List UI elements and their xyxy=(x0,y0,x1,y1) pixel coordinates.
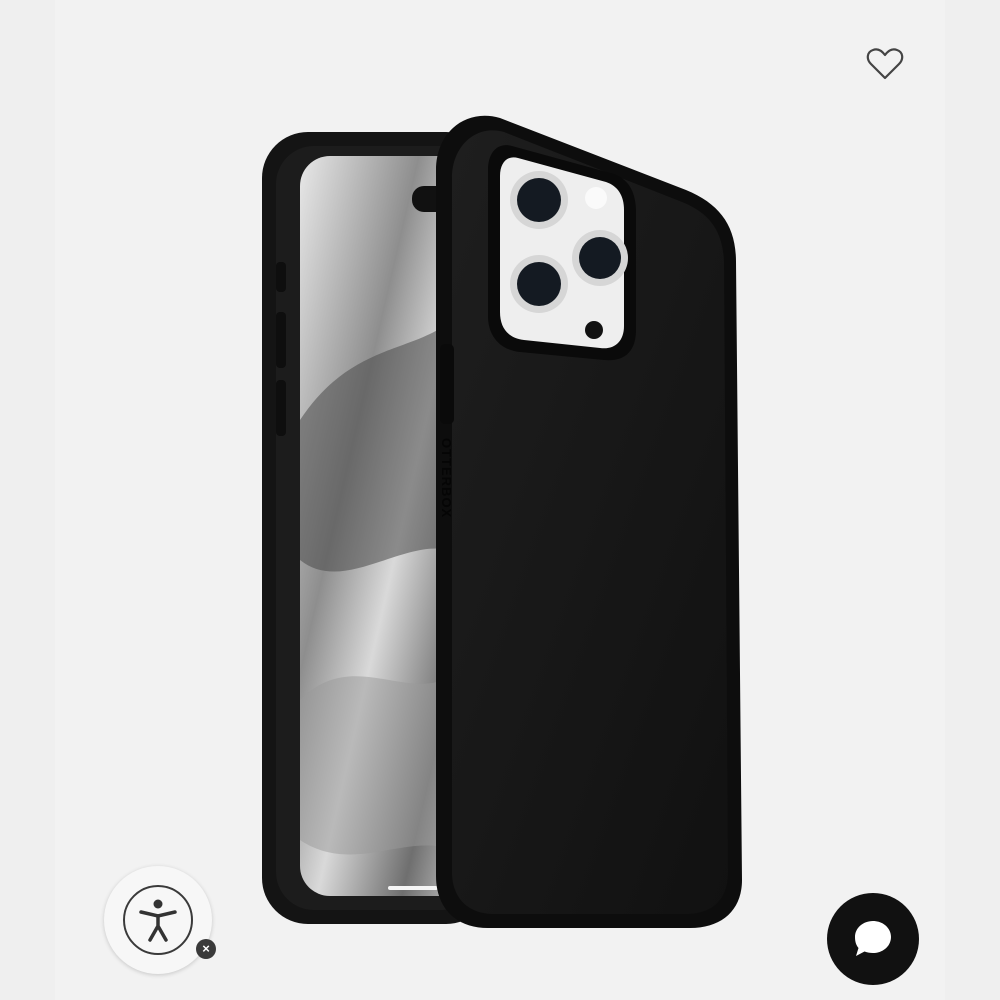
accessibility-icon-ring: × xyxy=(123,885,216,959)
phone-back-view xyxy=(436,115,742,929)
accessibility-person-icon xyxy=(139,899,177,942)
chat-button[interactable] xyxy=(827,893,919,985)
favorite-button[interactable] xyxy=(862,42,908,86)
heart-outline-icon xyxy=(866,48,904,80)
case-brand-text: OTTERBOX xyxy=(439,438,454,518)
accessibility-button[interactable]: × xyxy=(104,866,216,974)
product-image: OTTERBOX xyxy=(262,115,742,929)
close-icon[interactable]: × xyxy=(196,939,216,959)
chat-bubble-icon xyxy=(855,921,891,956)
